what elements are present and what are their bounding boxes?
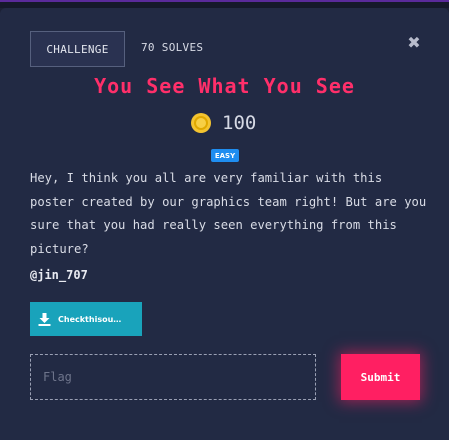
file-download-button[interactable]: Checkthisou…: [30, 302, 142, 336]
challenge-author: @jin_707: [30, 268, 88, 282]
flag-input[interactable]: [30, 354, 316, 400]
close-icon[interactable]: ✖: [404, 32, 424, 52]
submit-button[interactable]: Submit: [341, 354, 420, 400]
challenge-title: You See What You See: [94, 74, 355, 98]
difficulty-badge: EASY: [211, 149, 239, 162]
file-label: Checkthisou…: [58, 314, 122, 324]
points-value: 100: [222, 112, 257, 134]
coin-icon: [191, 113, 211, 133]
download-icon: [38, 312, 51, 326]
points-display: 100: [190, 111, 256, 135]
tab-challenge[interactable]: CHALLENGE: [30, 31, 125, 67]
top-accent-line: [0, 0, 449, 2]
tab-solves[interactable]: 70 SOLVES: [141, 41, 203, 54]
challenge-description: Hey, I think you all are very familiar w…: [30, 171, 427, 256]
